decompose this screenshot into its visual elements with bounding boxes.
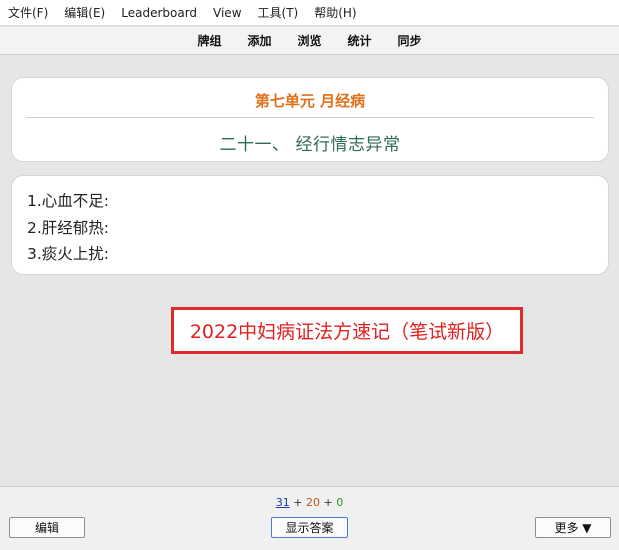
more-button[interactable]: 更多 ▼ bbox=[535, 517, 611, 538]
count-separator: + bbox=[293, 496, 303, 509]
question-line: 2.肝经郁热: bbox=[27, 218, 110, 237]
menu-help[interactable]: 帮助(H) bbox=[306, 0, 364, 26]
header-divider bbox=[26, 117, 594, 118]
toolbar-browse[interactable]: 浏览 bbox=[297, 32, 321, 49]
menu-bar: 文件(F) 编辑(E) Leaderboard View 工具(T) 帮助(H) bbox=[0, 0, 619, 26]
menu-edit[interactable]: 编辑(E) bbox=[56, 0, 113, 26]
menu-view[interactable]: View bbox=[205, 0, 249, 26]
toolbar-decks[interactable]: 牌组 bbox=[197, 32, 221, 49]
toolbar-sync[interactable]: 同步 bbox=[398, 32, 422, 49]
section-title: 二十一、 经行情志异常 bbox=[219, 135, 401, 155]
edit-button[interactable]: 编辑 bbox=[9, 517, 85, 538]
menu-tools[interactable]: 工具(T) bbox=[250, 0, 307, 26]
menu-file[interactable]: 文件(F) bbox=[0, 0, 56, 26]
due-counts: 31 + 20 + 0 bbox=[0, 496, 619, 509]
count-learning: 20 bbox=[306, 496, 320, 509]
count-new[interactable]: 31 bbox=[276, 496, 290, 509]
question-line: 1.心血不足: bbox=[27, 192, 110, 210]
count-separator: + bbox=[323, 496, 333, 509]
toolbar-stats[interactable]: 统计 bbox=[348, 32, 372, 49]
card-header-panel: 第七单元 月经病 二十一、 经行情志异常 bbox=[11, 77, 609, 162]
top-toolbar: 牌组 添加 浏览 统计 同步 bbox=[0, 27, 619, 55]
card-body-panel: 1.心血不足: 2.肝经郁热: 3.痰火上扰: bbox=[11, 175, 609, 275]
bottom-bar: 31 + 20 + 0 编辑 显示答案 更多 ▼ bbox=[0, 486, 619, 550]
unit-title: 第七单元 月经病 bbox=[254, 92, 366, 110]
toolbar-add[interactable]: 添加 bbox=[247, 32, 271, 49]
show-answer-button[interactable]: 显示答案 bbox=[271, 517, 348, 538]
count-review: 0 bbox=[336, 496, 344, 509]
menu-leaderboard[interactable]: Leaderboard bbox=[113, 0, 205, 26]
deck-stamp-label: 2022中妇病证法方速记（笔试新版） bbox=[171, 307, 523, 354]
question-line: 3.痰火上扰: bbox=[27, 245, 110, 263]
